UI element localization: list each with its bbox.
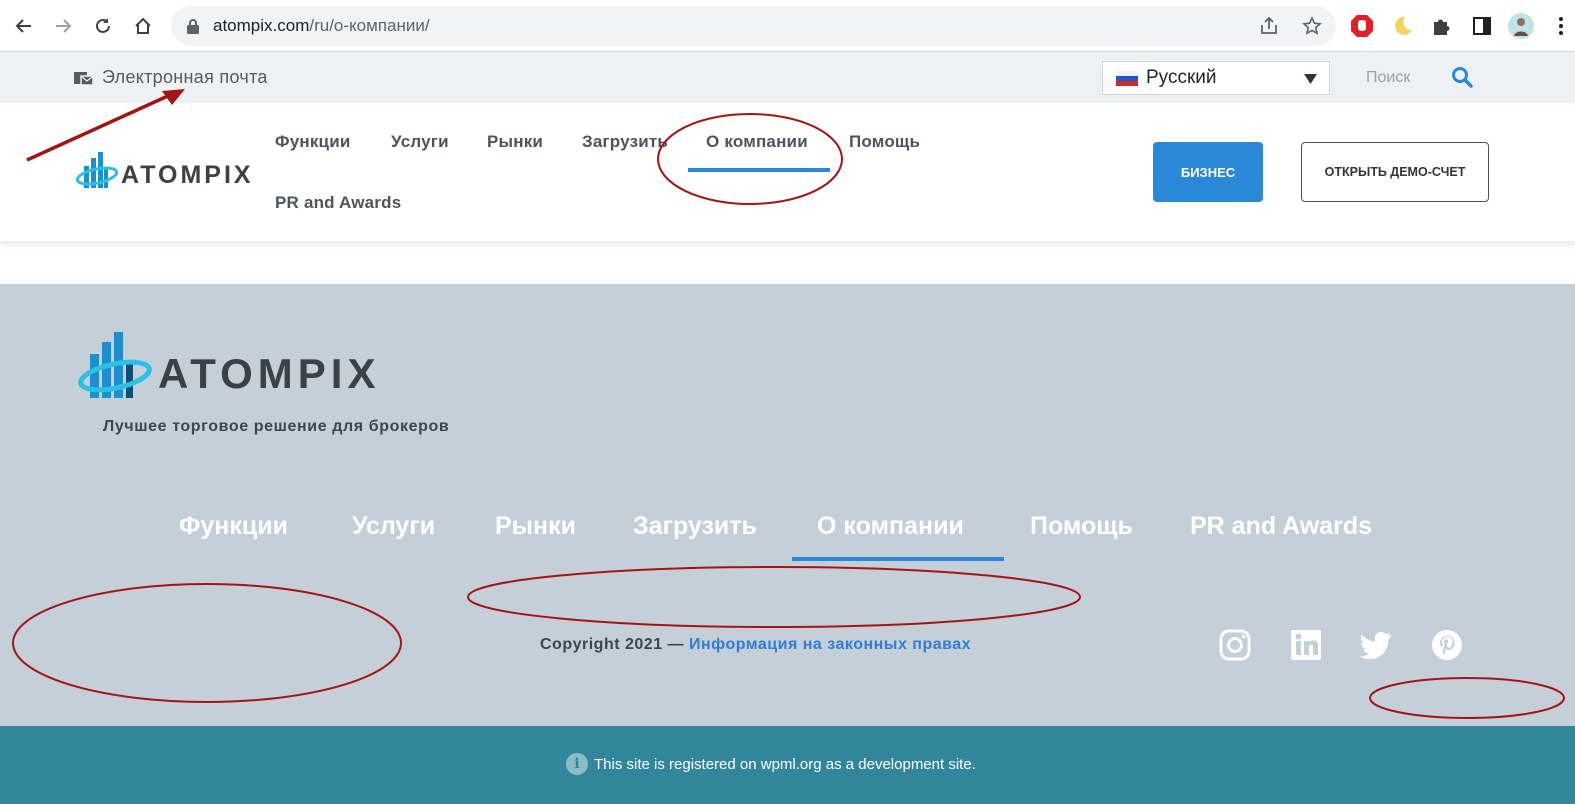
pinterest-icon[interactable] [1430,628,1464,662]
legal-info-link[interactable]: Информация на законных правах [689,636,971,653]
russia-flag-icon [1116,71,1138,86]
bookmark-star-icon[interactable] [1302,16,1322,36]
footer-logo[interactable]: ATOMPIX [78,332,388,404]
business-button[interactable]: БИЗНЕС [1153,142,1263,202]
back-button[interactable] [8,10,40,42]
footer-nav-markets[interactable]: Рынки [495,512,576,541]
nav-item-about[interactable]: О компании [706,132,808,152]
atompix-logo-icon [78,332,152,398]
profile-avatar[interactable] [1507,12,1535,40]
home-button[interactable] [127,10,159,42]
browser-toolbar: atompix.com/ru/о-компании/ [0,0,1575,52]
footer-nav-active-underline [792,557,1004,561]
atompix-logo-icon [76,152,118,188]
back-arrow-icon [15,19,31,33]
language-select[interactable]: Русский [1102,61,1330,95]
twitter-icon[interactable] [1359,628,1393,662]
nav-item-functions[interactable]: Функции [275,132,351,152]
extensions-puzzle-icon[interactable] [1428,12,1456,40]
url-path: /ru/о-компании/ [309,16,430,35]
nav-active-underline [688,168,830,172]
lock-icon [187,19,199,34]
address-url: atompix.com/ru/о-компании/ [213,16,430,36]
nav-item-help[interactable]: Помощь [849,132,920,152]
language-value: Русский [1146,67,1217,88]
instagram-icon[interactable] [1218,628,1252,662]
dark-mode-extension-icon[interactable] [1388,12,1416,40]
reload-icon [96,18,110,33]
share-icon[interactable] [1260,17,1280,35]
dev-banner-text: This site is registered on wpml.org as a… [594,756,976,773]
address-bar[interactable]: atompix.com/ru/о-компании/ [171,6,1336,46]
footer-nav-download[interactable]: Загрузить [633,512,757,541]
search-icon[interactable] [1451,66,1473,88]
side-panel-icon[interactable] [1468,12,1496,40]
nav-item-markets[interactable]: Рынки [487,132,543,152]
adblock-extension-icon[interactable] [1348,12,1376,40]
linkedin-icon[interactable] [1289,628,1323,662]
dropdown-caret-icon [1304,74,1317,84]
forward-button[interactable] [47,10,79,42]
info-icon: i [566,753,588,775]
forward-arrow-icon [56,19,72,33]
site-header: ATOMPIX Функции Услуги Рынки Загрузить О… [0,103,1575,241]
footer-nav-services[interactable]: Услуги [352,512,435,541]
open-demo-account-button[interactable]: ОТКРЫТЬ ДЕМО-СЧЕТ [1301,142,1489,202]
footer-nav-help[interactable]: Помощь [1030,512,1133,541]
top-info-strip: Электронная почта Русский Поиск [0,52,1575,103]
nav-item-pr-awards[interactable]: PR and Awards [275,193,401,213]
home-icon [135,17,151,34]
nav-item-download[interactable]: Загрузить [582,132,668,152]
site-footer: ATOMPIX Лучшее торговое решение для брок… [0,284,1575,726]
copyright-text: Copyright 2021 — Информация на законных … [540,636,971,654]
footer-nav-pr-awards[interactable]: PR and Awards [1190,512,1372,541]
footer-tagline: Лучшее торговое решение для брокеров [103,418,450,435]
footer-nav-functions[interactable]: Функции [179,512,288,541]
browser-menu-icon[interactable] [1547,12,1575,40]
email-link[interactable]: Электронная почта [74,67,268,88]
footer-nav-about[interactable]: О компании [817,512,964,541]
copyright-prefix: Copyright 2021 — [540,636,689,653]
search-input[interactable]: Поиск [1366,69,1410,87]
reload-button[interactable] [87,10,119,42]
email-label: Электронная почта [102,67,268,87]
header-logo-text: ATOMPIX [121,161,254,189]
footer-logo-text: ATOMPIX [158,350,381,397]
url-domain: atompix.com [213,16,310,35]
wpml-dev-banner: i This site is registered on wpml.org as… [0,726,1575,804]
email-icon [74,71,94,86]
header-logo[interactable]: ATOMPIX [76,152,251,192]
nav-item-services[interactable]: Услуги [391,132,449,152]
